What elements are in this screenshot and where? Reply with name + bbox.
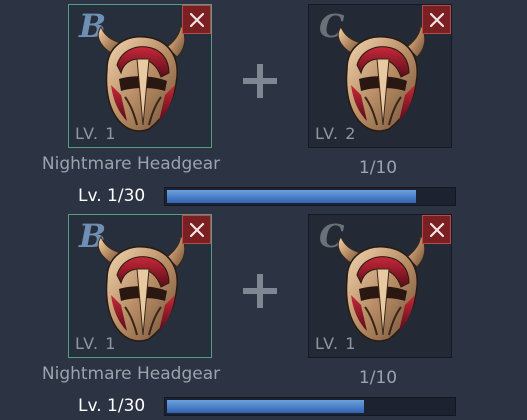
remove-material-item-button[interactable] — [422, 215, 451, 244]
level-progress-bar — [164, 397, 456, 416]
plus-icon — [243, 274, 277, 308]
level-progress-fill — [167, 190, 416, 203]
combine-row-2: B LV. 1 C LV. 1 Nightmare Headgear 1/10 … — [0, 210, 527, 420]
remove-base-item-button[interactable] — [182, 215, 211, 244]
base-item-slot[interactable]: B LV. 1 — [68, 4, 212, 148]
material-count: 1/10 — [358, 368, 398, 388]
item-name: Nightmare Headgear — [41, 364, 221, 384]
remove-material-item-button[interactable] — [422, 5, 451, 34]
close-icon — [429, 222, 444, 237]
nightmare-headgear-helmet-icon — [91, 25, 191, 135]
material-item-slot[interactable]: C LV. 2 — [308, 4, 452, 148]
level-progress-bar — [164, 187, 456, 206]
remove-base-item-button[interactable] — [182, 5, 211, 34]
slot-level-label: LV. 1 — [315, 334, 357, 353]
nightmare-headgear-helmet-icon — [91, 235, 191, 345]
nightmare-headgear-helmet-icon — [331, 235, 431, 345]
slot-level-label: LV. 1 — [75, 124, 117, 143]
slot-level-label: LV. 1 — [75, 334, 117, 353]
level-progress-fill — [167, 400, 364, 413]
material-item-slot[interactable]: C LV. 1 — [308, 214, 452, 358]
close-icon — [189, 222, 204, 237]
plus-icon — [243, 64, 277, 98]
combine-row-1: B LV. 1 C LV. 2 Nightmare Headgear 1/10 … — [0, 0, 527, 210]
close-icon — [429, 12, 444, 27]
slot-level-label: LV. 2 — [315, 124, 357, 143]
item-name: Nightmare Headgear — [41, 154, 221, 174]
material-count: 1/10 — [358, 158, 398, 178]
nightmare-headgear-helmet-icon — [331, 25, 431, 135]
close-icon — [189, 12, 204, 27]
base-item-slot[interactable]: B LV. 1 — [68, 214, 212, 358]
level-progress-label: Lv. 1/30 — [78, 396, 146, 416]
level-progress-label: Lv. 1/30 — [78, 186, 146, 206]
